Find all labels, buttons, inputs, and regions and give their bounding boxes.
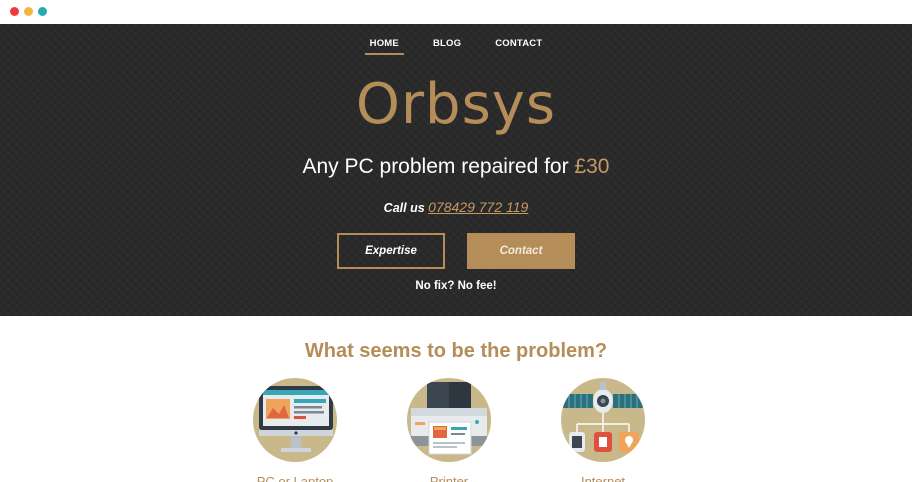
browser-chrome (0, 0, 912, 24)
computer-monitor-icon (253, 378, 337, 462)
tagline-text: Any PC problem repaired for (302, 155, 575, 178)
tagline: Any PC problem repaired for £30 (0, 155, 912, 179)
window-close-dot-icon[interactable] (10, 7, 19, 16)
printer-icon (407, 378, 491, 462)
nav-item-home[interactable]: HOME (364, 38, 404, 55)
main-nav: HOME BLOG CONTACT (0, 38, 912, 55)
guarantee-text: No fix? No fee! (415, 280, 497, 292)
expertise-button[interactable]: Expertise (337, 233, 445, 269)
call-us: Call us 078429 772 119 (0, 199, 912, 215)
brand-logo: Orbsys (355, 72, 557, 137)
service-internet[interactable] (561, 378, 645, 462)
service-label-printer[interactable]: Printer (369, 474, 529, 482)
service-printer[interactable] (407, 378, 491, 462)
nav-item-contact[interactable]: CONTACT (490, 38, 547, 53)
tagline-price: £30 (574, 155, 610, 178)
phone-link[interactable]: 078429 772 119 (428, 199, 528, 215)
contact-button[interactable]: Contact (467, 233, 575, 269)
satellite-icon (561, 378, 645, 462)
service-label-pc-laptop[interactable]: PC or Laptop (215, 474, 375, 482)
service-pc-laptop[interactable] (253, 378, 337, 462)
problem-heading: What seems to be the problem? (304, 340, 608, 362)
call-us-label: Call us (383, 201, 429, 215)
window-minimize-dot-icon[interactable] (24, 7, 33, 16)
hero-section: HOME BLOG CONTACT Orbsys Any PC problem … (0, 24, 912, 316)
service-label-internet[interactable]: Internet (523, 474, 683, 482)
window-maximize-dot-icon[interactable] (38, 7, 47, 16)
nav-item-blog[interactable]: BLOG (428, 38, 466, 53)
